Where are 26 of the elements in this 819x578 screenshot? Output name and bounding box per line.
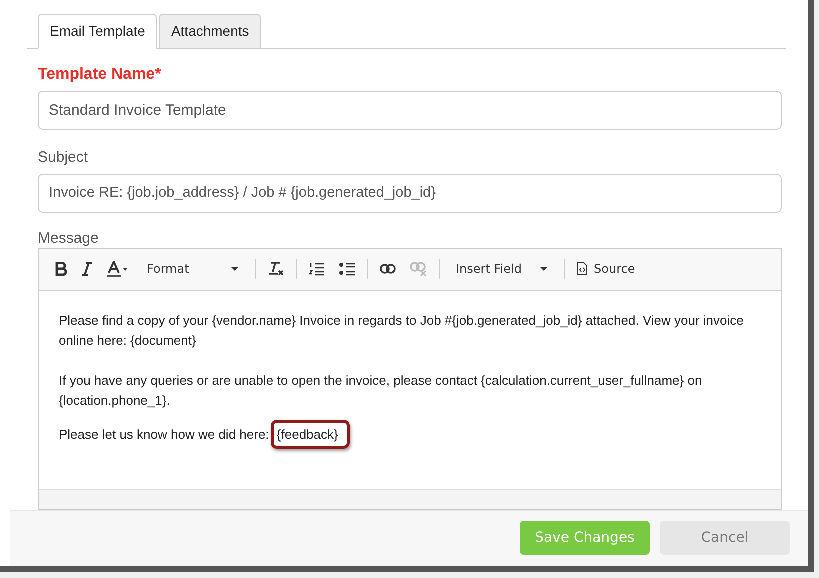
- message-paragraph: Please find a copy of your {vendor.name} Invoice in regards to Job #{job.generated_job_id} attached. View your invoice online here: {document}: [59, 312, 745, 350]
- unlink-icon: [410, 262, 427, 276]
- tab[interactable]: Email Template: [38, 14, 158, 49]
- source-button[interactable]: Source: [571, 257, 642, 281]
- rich-text-editor[interactable]: [38, 248, 782, 510]
- clear-format-icon: [268, 261, 284, 277]
- caret-icon: [231, 267, 239, 271]
- message-paragraph: Please let us know how we did here: {feedback}: [59, 424, 761, 444]
- input-field[interactable]: Invoice RE: {job.job_address} / Job # {job.generated_job_id}: [38, 174, 782, 212]
- field-label: Subject: [38, 148, 90, 168]
- dropdown-button[interactable]: Format: [141, 257, 245, 281]
- input-field[interactable]: Standard Invoice Template: [38, 91, 782, 130]
- message-paragraph: If you have any queries or are unable to open the invoice, please contact {calculation.current_user_fullname} on {location.phone_1}.: [59, 372, 704, 410]
- caret-icon: [540, 267, 548, 271]
- cancel-button[interactable]: Cancel: [660, 521, 790, 556]
- bulleted-list-icon: [339, 262, 355, 276]
- tab[interactable]: Attachments: [159, 14, 262, 49]
- bold-icon: [55, 262, 67, 276]
- dropdown-button[interactable]: Insert Field: [450, 257, 554, 281]
- field-label: Message: [38, 230, 100, 246]
- italic-icon: [81, 262, 93, 276]
- text-color-icon: [107, 261, 129, 277]
- numbered-list-icon: [309, 262, 325, 276]
- link-icon: [380, 264, 396, 274]
- field-label: Template Name*: [38, 65, 162, 85]
- document-code-icon: [577, 262, 588, 276]
